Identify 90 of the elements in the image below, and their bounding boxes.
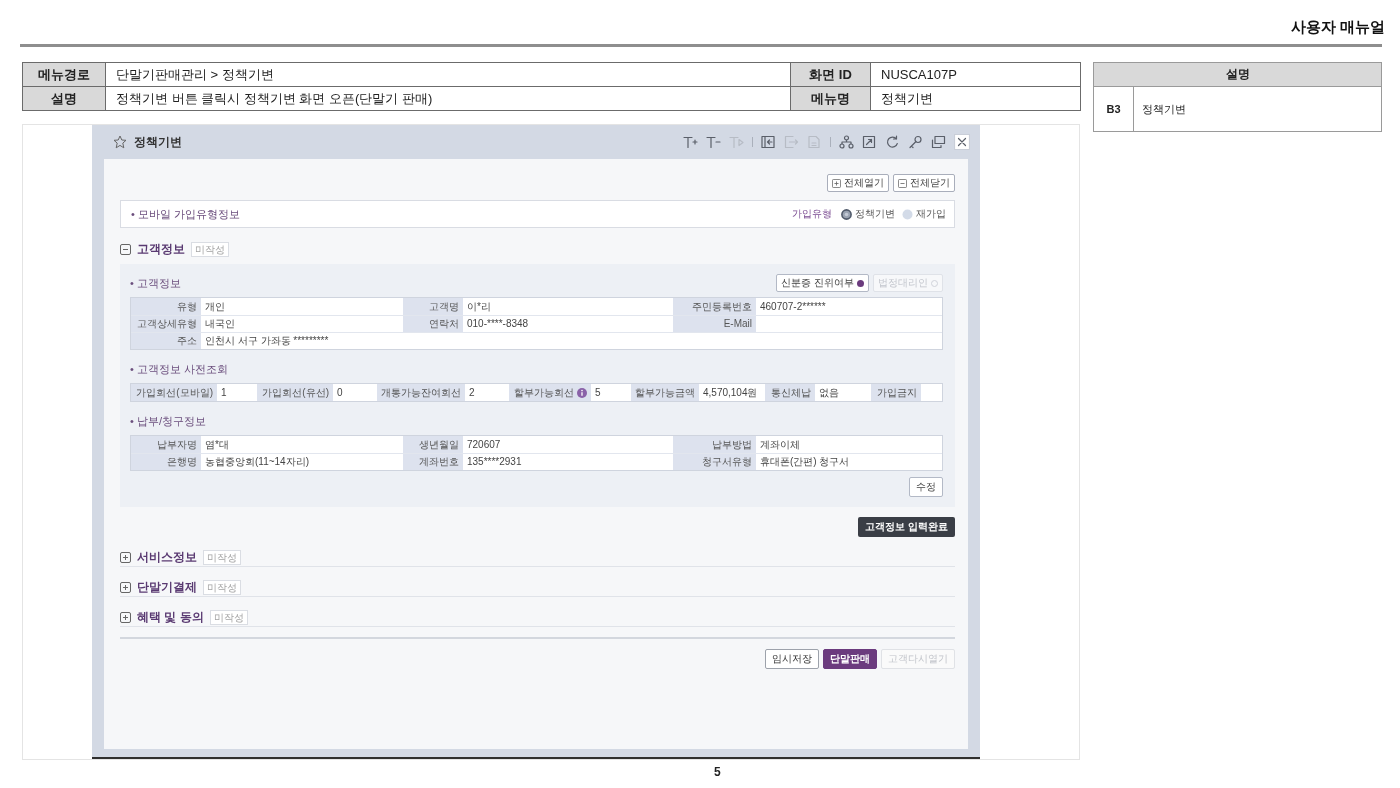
field-value: 460707-2****** (760, 300, 826, 313)
refresh-icon[interactable] (885, 135, 900, 149)
field-value: 1 (221, 386, 227, 399)
field-label: E-Mail (723, 318, 752, 330)
field-value: 135****2931 (467, 456, 522, 468)
minus-box-icon[interactable] (120, 243, 131, 255)
field-label: 할부가능회선 (514, 386, 574, 399)
collapse-all-button[interactable]: 전체닫기 (893, 174, 955, 192)
field-label: 가입금지 (877, 386, 917, 399)
status-tag: 미작성 (203, 549, 241, 565)
group-title: • 고객정보 (130, 275, 181, 291)
field-value: 2 (469, 386, 475, 399)
field-label: 개통가능잔여회선 (381, 386, 461, 399)
field-value: 개인 (205, 300, 225, 313)
table-cell: 단말기판매관리 > 정책기변 (105, 62, 791, 87)
field-value: 010-****-8348 (467, 318, 529, 330)
table-header-cell: 설명 (22, 86, 106, 111)
field-value: 인천시 서구 가좌동 ********* (205, 335, 329, 347)
page-number: 5 (714, 765, 721, 779)
field-label: 가입회선(모바일) (136, 386, 213, 399)
field-label: 납부방법 (712, 438, 752, 451)
field-value: 이*리 (467, 300, 491, 313)
field-label: 가입유형 (792, 207, 832, 221)
group-title: • 납부/청구정보 (130, 413, 206, 429)
close-icon[interactable] (954, 134, 970, 150)
field-value: 계좌이체 (760, 438, 800, 451)
field-label: 계좌번호 (419, 456, 459, 468)
field-label: 고객명 (429, 300, 459, 313)
expand-box-icon[interactable] (862, 135, 877, 149)
plus-box-icon[interactable] (120, 611, 131, 623)
plus-box-icon[interactable] (120, 581, 131, 593)
star-icon[interactable] (113, 135, 127, 149)
restore-window-icon[interactable] (931, 135, 946, 149)
field-label: 유형 (177, 300, 197, 313)
section-title: 고객정보 (137, 240, 185, 258)
radio-option[interactable]: 재가입 (902, 207, 946, 221)
key-icon[interactable] (908, 135, 923, 149)
section-title: 단말기결제 (137, 578, 197, 596)
field-label: 청구서유형 (702, 456, 752, 468)
field-label: 주민등록번호 (692, 300, 752, 313)
radio-option[interactable]: 정책기변 (841, 207, 895, 221)
field-value: 720607 (467, 438, 501, 451)
field-label: 고객상세유형 (137, 318, 197, 330)
field-label: 납부자명 (157, 438, 197, 451)
table-cell: B3 (1093, 86, 1134, 132)
table-cell: 정책기변 (1133, 86, 1382, 132)
table-cell: 정책기변 버튼 클릭시 정책기변 화면 오픈(단말기 판매) (105, 86, 791, 111)
table-header-cell: 화면 ID (790, 62, 871, 87)
field-value: 5 (595, 386, 601, 399)
panel-title: • 모바일 가입유형정보 (131, 206, 240, 222)
field-value: 없음 (819, 386, 839, 399)
status-tag: 미작성 (203, 579, 241, 595)
plus-box-icon (832, 178, 841, 188)
field-label: 통신체납 (771, 386, 811, 399)
section-title: 혜택 및 동의 (137, 608, 204, 626)
complete-button[interactable]: 고객정보 입력완료 (858, 517, 955, 537)
action-button[interactable]: 임시저장 (765, 649, 819, 669)
field-value: 4,570,104원 (703, 386, 758, 399)
hierarchy-icon[interactable] (839, 135, 854, 149)
field-value: 농협중앙회(11~14자리) (205, 456, 309, 468)
status-tag: 미작성 (209, 609, 248, 625)
table-cell: NUSCA107P (870, 62, 1081, 87)
field-value: 휴대폰(간편) 청구서 (760, 456, 850, 468)
table-header-cell: 설명 (1093, 62, 1382, 87)
field-label: 은행명 (167, 456, 197, 468)
section-title: 서비스정보 (137, 548, 197, 566)
field-label: 연락처 (429, 318, 459, 330)
manual-title: 사용자 매뉴얼 (1290, 18, 1385, 36)
plus-box-icon[interactable] (120, 551, 131, 563)
table-header-cell: 메뉴경로 (22, 62, 106, 87)
field-label: 가입회선(유선) (262, 386, 329, 399)
status-tag: 미작성 (191, 241, 229, 257)
field-label: 주소 (177, 335, 197, 347)
edit-button[interactable]: 수정 (909, 477, 943, 497)
table-cell: 정책기변 (870, 86, 1081, 111)
expand-all-button[interactable]: 전체열기 (827, 174, 889, 192)
box-arrow-left-icon[interactable] (761, 135, 776, 149)
field-value: 0 (337, 386, 343, 399)
minus-box-icon (898, 178, 907, 188)
field-label: 생년월일 (419, 438, 459, 451)
group-title: • 고객정보 사전조회 (130, 361, 228, 377)
status-button[interactable]: 신분증 진위여부 (776, 274, 869, 292)
field-value: 내국인 (205, 318, 235, 330)
action-button[interactable]: 단말판매 (823, 649, 877, 669)
text-size-increase-icon[interactable] (683, 135, 698, 149)
info-icon[interactable] (577, 387, 587, 398)
field-label: 할부가능금액 (635, 386, 695, 399)
text-size-decrease-icon[interactable] (706, 135, 721, 149)
field-value: 염*대 (205, 438, 229, 451)
window-title: 정책기변 (134, 133, 182, 151)
